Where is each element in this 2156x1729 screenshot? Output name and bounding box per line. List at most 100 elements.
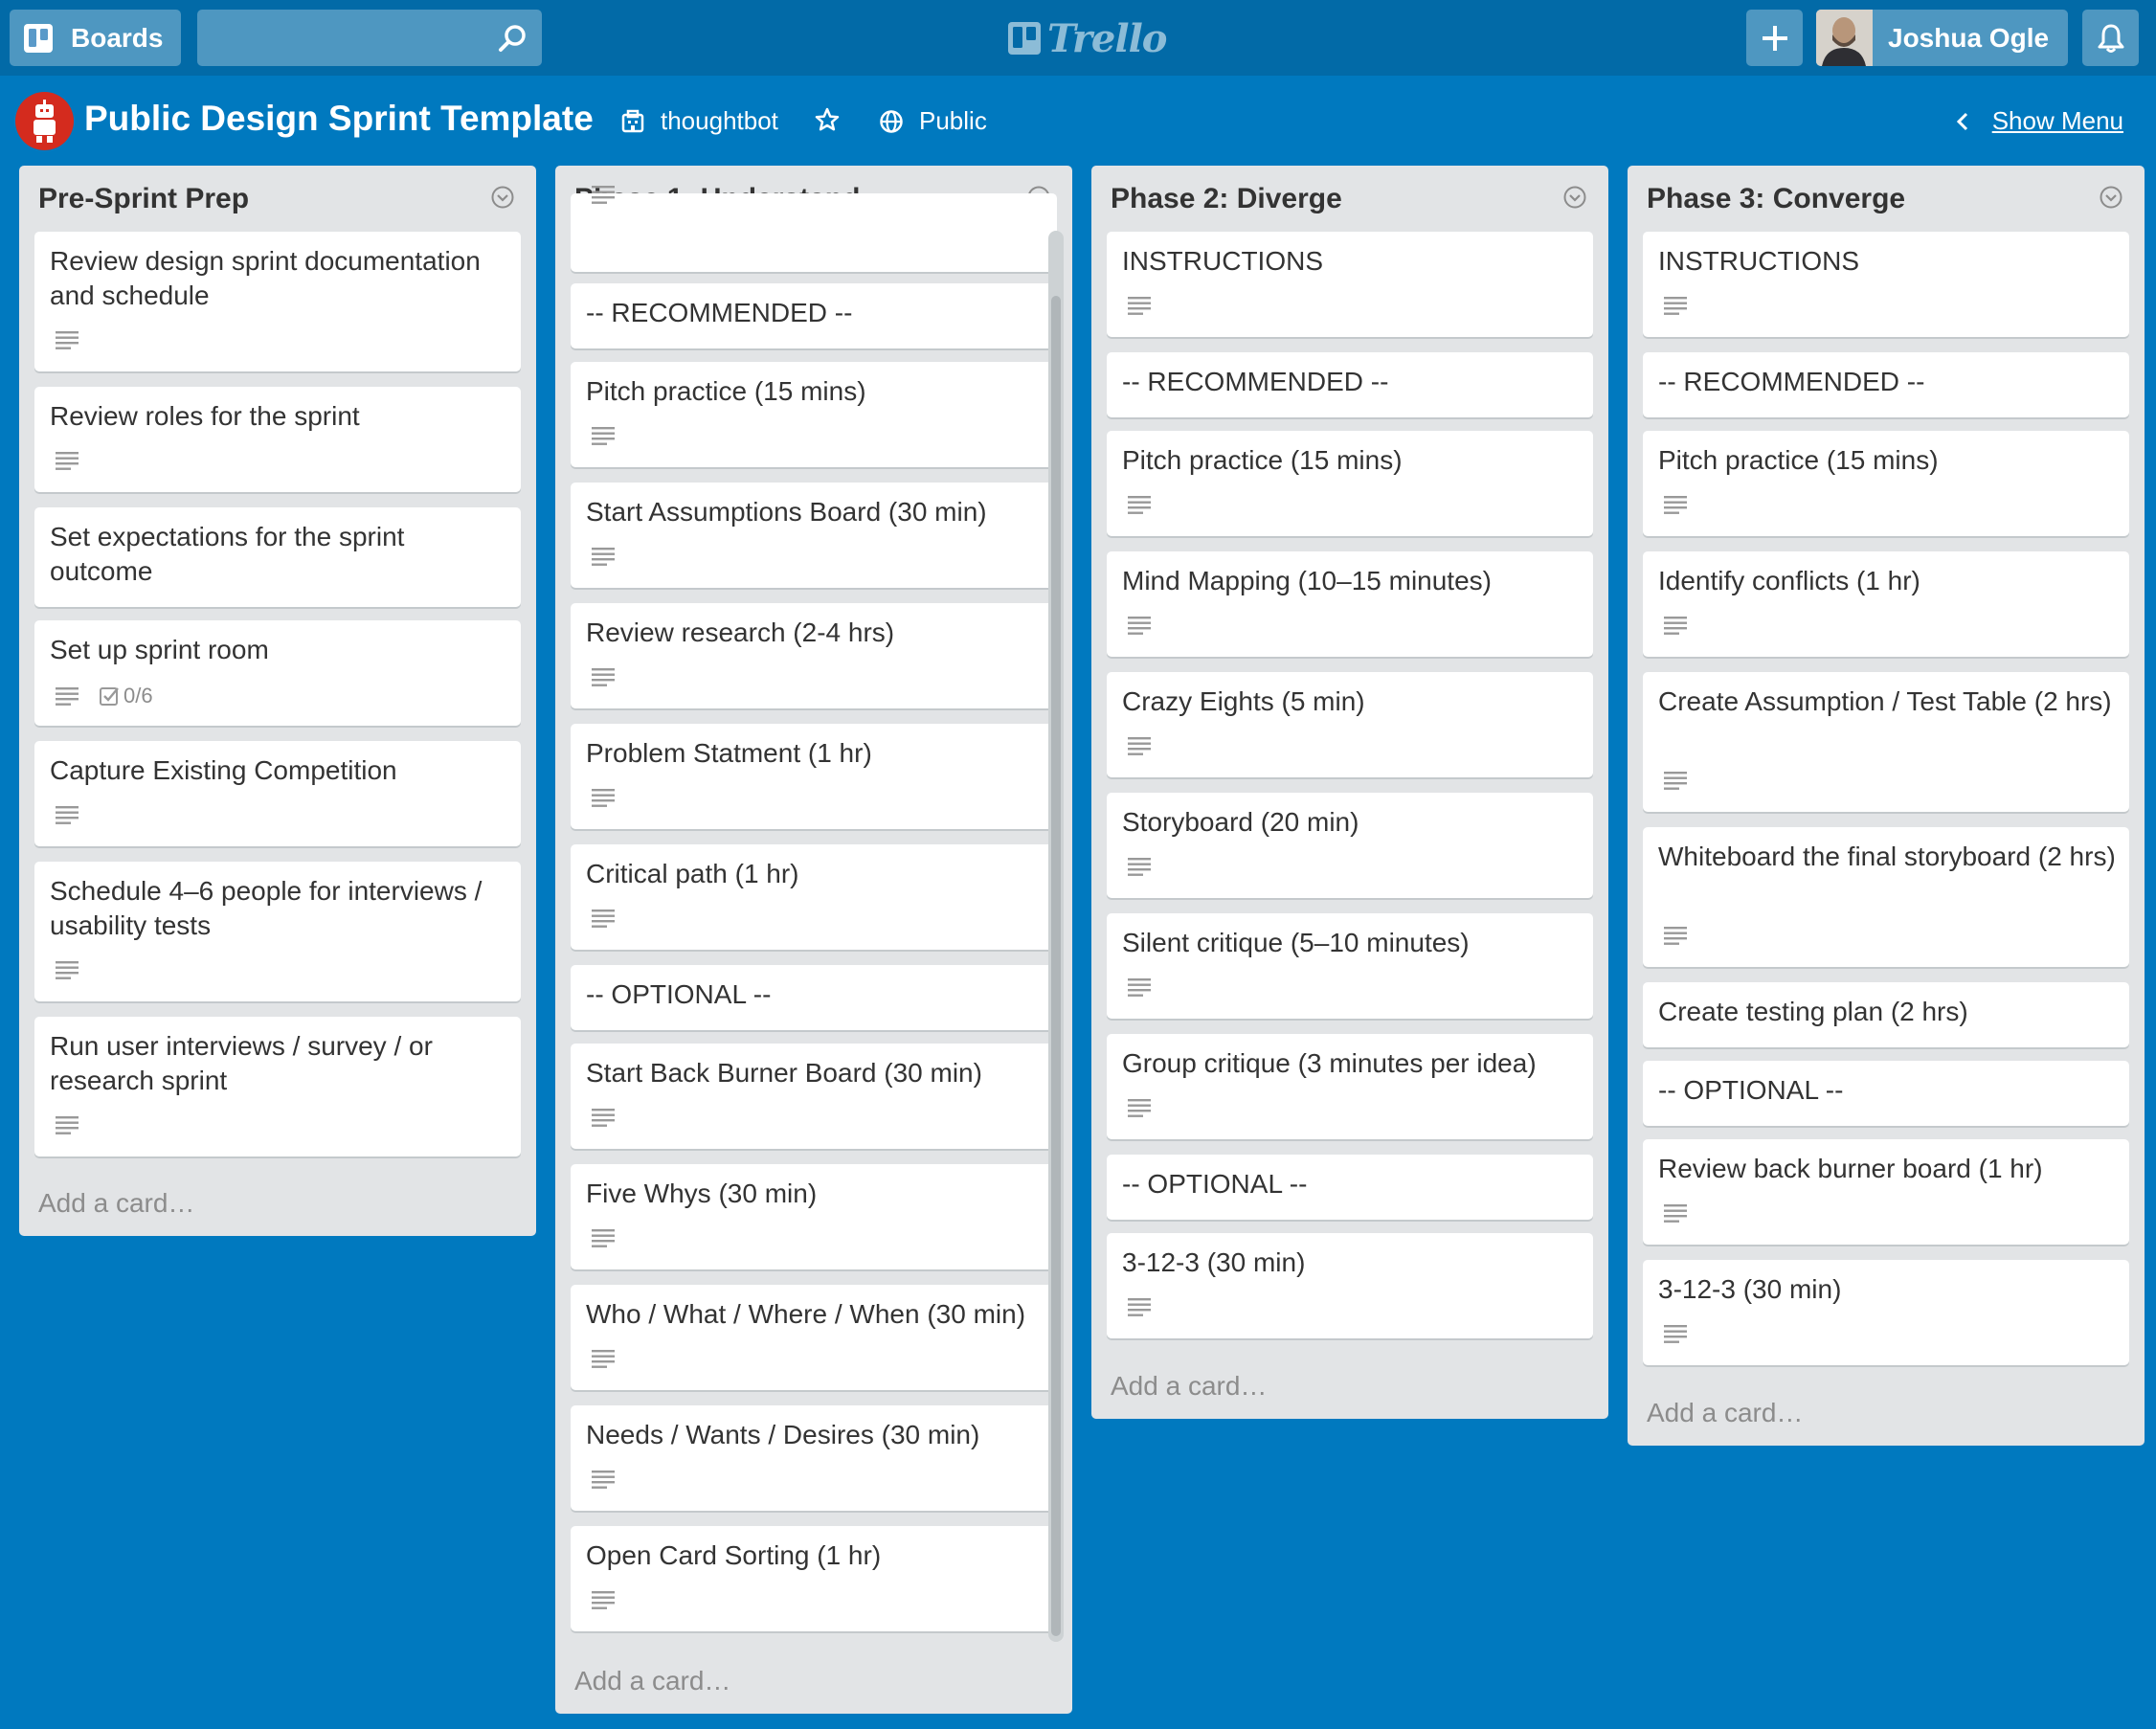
list-card[interactable]: Schedule 4–6 people for interviews / usa…	[34, 862, 521, 1001]
notifications-button[interactable]	[2082, 10, 2139, 66]
list-card[interactable]: Capture Existing Competition	[34, 741, 521, 846]
list-card[interactable]: Critical path (1 hr)	[571, 844, 1057, 950]
card-title: Pitch practice (15 mins)	[1122, 445, 1403, 475]
list-card[interactable]: Review roles for the sprint	[34, 387, 521, 492]
card-title: Critical path (1 hr)	[586, 859, 799, 888]
team-button[interactable]: thoughtbot	[620, 106, 778, 136]
star-board-button[interactable]	[814, 106, 856, 133]
card-title: -- RECOMMENDED --	[586, 298, 853, 327]
list-card[interactable]: Pitch practice (15 mins)	[1107, 431, 1593, 536]
chevron-down-icon	[491, 186, 514, 209]
list-card[interactable]: Who / What / Where / When (30 min)	[571, 1285, 1057, 1390]
list-card[interactable]: Crazy Eights (5 min)	[1107, 672, 1593, 777]
card-badges	[1663, 1202, 1688, 1224]
card-badges	[591, 908, 616, 929]
list-card[interactable]: Pitch practice (15 mins)	[571, 362, 1057, 467]
list-card[interactable]: -- RECOMMENDED --	[571, 283, 1057, 348]
card-badges	[591, 787, 616, 808]
card-title: -- RECOMMENDED --	[1658, 367, 1925, 396]
card-title: Silent critique (5–10 minutes)	[1122, 928, 1470, 957]
description-icon	[592, 427, 615, 445]
show-menu-button[interactable]: Show Menu	[1956, 106, 2123, 136]
list-card[interactable]: Mind Mapping (10–15 minutes)	[1107, 551, 1593, 657]
description-icon	[592, 668, 615, 686]
list-card[interactable]: Needs / Wants / Desires (30 min)	[571, 1405, 1057, 1511]
card-title: INSTRUCTIONS	[1122, 246, 1323, 276]
search-icon[interactable]	[498, 23, 528, 54]
trello-logo[interactable]: Trello	[1007, 16, 1167, 61]
list-card[interactable]: Group critique (3 minutes per idea)	[1107, 1034, 1593, 1139]
description-icon	[1128, 1099, 1151, 1117]
list-card[interactable]: Start Back Burner Board (30 min)	[571, 1044, 1057, 1149]
card-badges	[1127, 735, 1152, 756]
card-title: Review research (2-4 hrs)	[586, 618, 895, 647]
list-title[interactable]: Pre-Sprint Prep	[38, 183, 249, 215]
list-card[interactable]: Silent critique (5–10 minutes)	[1107, 913, 1593, 1019]
organization-icon	[620, 109, 645, 134]
list-menu-button[interactable]	[2099, 185, 2123, 214]
add-card-button[interactable]: Add a card…	[574, 1666, 730, 1696]
list-menu-button[interactable]	[1562, 185, 1587, 214]
list-card[interactable]: -- RECOMMENDED --	[1643, 352, 2129, 417]
card-badges	[591, 1348, 616, 1369]
list-scroll-thumb[interactable]	[1051, 296, 1061, 1636]
list-card[interactable]: Problem Statment (1 hr)	[571, 724, 1057, 829]
list-card[interactable]: -- OPTIONAL --	[1643, 1061, 2129, 1126]
list-title[interactable]: Phase 2: Diverge	[1111, 183, 1342, 215]
card-title: Run user interviews / survey / or resear…	[50, 1031, 433, 1095]
card-badges	[591, 546, 616, 567]
card-title: Storyboard (20 min)	[1122, 807, 1359, 837]
list-card[interactable]: Start Assumptions Board (30 min)	[571, 483, 1057, 588]
card-badges	[1127, 1296, 1152, 1317]
add-card-button[interactable]: Add a card…	[38, 1188, 194, 1219]
add-card-button[interactable]: Add a card…	[1111, 1371, 1267, 1402]
list-card[interactable]: Set up sprint room 0/6	[34, 620, 521, 726]
board-avatar[interactable]	[15, 92, 74, 150]
checklist-badge: 0/6	[99, 684, 153, 708]
user-menu-button[interactable]: Joshua Ogle	[1816, 10, 2068, 66]
checklist-icon	[100, 687, 119, 706]
list-card[interactable]: -- OPTIONAL --	[1107, 1155, 1593, 1220]
list-card[interactable]: Identify conflicts (1 hr)	[1643, 551, 2129, 657]
list-card[interactable]: Create testing plan (2 hrs)	[1643, 982, 2129, 1047]
list-card[interactable]: Open Card Sorting (1 hr)	[571, 1526, 1057, 1631]
card-title: -- OPTIONAL --	[586, 979, 772, 1009]
list-card[interactable]: Create Assumption / Test Table (2 hrs)	[1643, 672, 2129, 812]
list-card[interactable]: Pitch practice (15 mins)	[1643, 431, 2129, 536]
list-card[interactable]: 3-12-3 (30 min)	[1643, 1260, 2129, 1365]
list-card[interactable]: 3-12-3 (30 min)	[1107, 1233, 1593, 1338]
list-card[interactable]	[571, 186, 1057, 272]
list-card[interactable]: -- RECOMMENDED --	[1107, 352, 1593, 417]
list-card[interactable]: INSTRUCTIONS	[1107, 232, 1593, 337]
list-card[interactable]: INSTRUCTIONS	[1643, 232, 2129, 337]
list-card[interactable]: Five Whys (30 min)	[571, 1164, 1057, 1269]
list-card[interactable]: Review back burner board (1 hr)	[1643, 1139, 2129, 1245]
card-title: Review design sprint documentation and s…	[50, 246, 481, 310]
list-card[interactable]: Run user interviews / survey / or resear…	[34, 1017, 521, 1156]
card-badges	[55, 804, 79, 825]
add-button[interactable]	[1746, 10, 1803, 66]
card-title: Open Card Sorting (1 hr)	[586, 1540, 882, 1570]
description-icon	[1128, 978, 1151, 997]
description-icon	[56, 452, 79, 470]
visibility-button[interactable]: Public	[879, 106, 987, 136]
card-badges	[1663, 925, 1688, 946]
search-input[interactable]	[197, 10, 542, 66]
list-card[interactable]: Review design sprint documentation and s…	[34, 232, 521, 371]
description-icon	[592, 1350, 615, 1368]
list-card[interactable]: Storyboard (20 min)	[1107, 793, 1593, 898]
card-title: Create Assumption / Test Table (2 hrs)	[1658, 686, 2112, 716]
list-menu-button[interactable]	[490, 185, 515, 214]
list-card[interactable]: -- OPTIONAL --	[571, 965, 1057, 1030]
list-card[interactable]: Set expectations for the sprint outcome	[34, 507, 521, 607]
card-title: Group critique (3 minutes per idea)	[1122, 1048, 1537, 1078]
list-scrollbar[interactable]	[1048, 231, 1064, 1642]
list-title[interactable]: Phase 3: Converge	[1647, 183, 1905, 215]
description-icon	[56, 687, 79, 706]
show-menu-label: Show Menu	[1991, 106, 2123, 135]
add-card-button[interactable]: Add a card…	[1647, 1398, 1803, 1428]
list-card[interactable]: Whiteboard the final storyboard (2 hrs)	[1643, 827, 2129, 967]
list-card[interactable]: Review research (2-4 hrs)	[571, 603, 1057, 708]
boards-button[interactable]: Boards	[10, 10, 181, 66]
board-title[interactable]: Public Design Sprint Template	[84, 99, 594, 139]
